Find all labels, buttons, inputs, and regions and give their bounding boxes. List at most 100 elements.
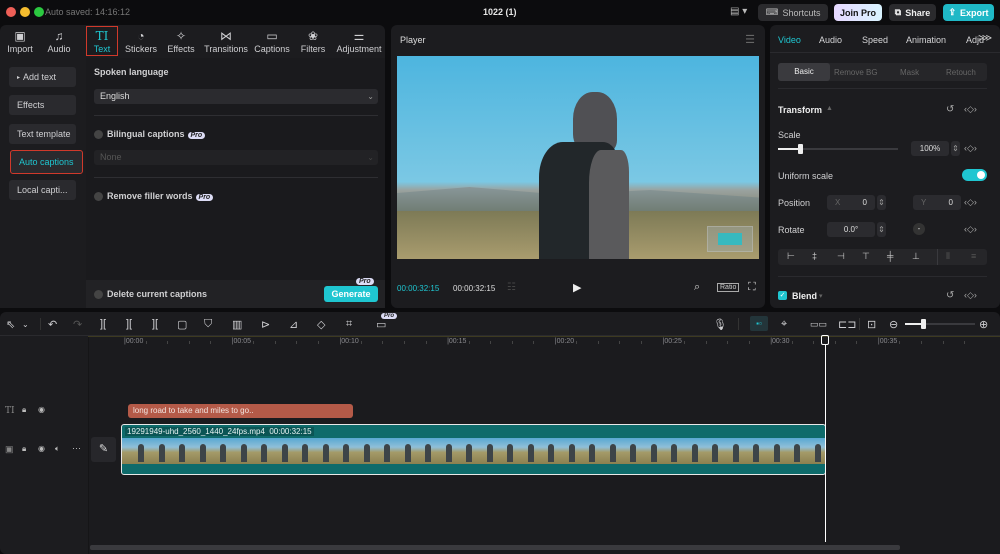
reset-icon[interactable]: ↺ — [946, 290, 954, 301]
delete-captions-row[interactable]: Delete current captions — [94, 289, 207, 300]
mirror-icon[interactable]: ⊿ — [289, 318, 298, 331]
preview-axis-icon[interactable]: ⊏⊐ — [838, 318, 856, 331]
tab-video[interactable]: Video — [778, 35, 801, 45]
playhead-handle[interactable] — [821, 335, 829, 345]
zoom-slider-thumb[interactable] — [920, 319, 926, 329]
toolbar-audio[interactable]: ♫ Audio — [39, 29, 79, 54]
toolbar-effects[interactable]: ✧ Effects — [161, 29, 201, 54]
rotate-dial[interactable]: - — [913, 223, 925, 235]
scale-slider[interactable] — [778, 144, 898, 154]
timeline-scrollbar[interactable] — [90, 545, 900, 550]
tab-audio[interactable]: Audio — [819, 35, 842, 45]
fullscreen-icon[interactable]: ⛶ — [748, 281, 756, 294]
share-button[interactable]: ⧉ Share — [889, 4, 936, 21]
rotate-stepper[interactable]: ⇕ — [877, 222, 886, 237]
text-clip[interactable]: long road to take and miles to go.. — [128, 404, 353, 418]
reverse-play-icon[interactable]: ⊳ — [261, 318, 270, 331]
scale-input[interactable]: 100% — [911, 141, 949, 156]
crop-icon[interactable]: ⌗ — [346, 318, 352, 331]
position-y-input[interactable]: Y0 — [913, 195, 961, 210]
maximize-window-button[interactable] — [34, 7, 44, 17]
spoken-language-select[interactable]: English ⌄ — [94, 89, 378, 104]
subtab-remove-bg[interactable]: Remove BG — [834, 68, 878, 77]
snap-icon[interactable]: ⌖ — [781, 318, 787, 331]
magnet-link-toggle[interactable]: ▪▫ — [750, 316, 768, 331]
tab-animation[interactable]: Animation — [906, 35, 946, 45]
scale-stepper[interactable]: ⇕ — [951, 141, 960, 156]
subtab-basic[interactable]: Basic — [778, 63, 830, 81]
toolbar-import[interactable]: ▣ Import — [0, 29, 40, 54]
more-icon[interactable]: ⋯ — [72, 443, 81, 454]
delete-icon[interactable]: ▢ — [177, 318, 187, 331]
speaker-icon[interactable]: 🔈︎ — [55, 444, 60, 454]
generate-button[interactable]: Generate — [324, 286, 378, 302]
keyframe-icon[interactable]: ‹◇› — [964, 143, 977, 154]
marker-icon[interactable]: ⛉ — [204, 318, 212, 331]
transform-heading[interactable]: Transform — [778, 105, 822, 115]
split-right-icon[interactable]: ][ — [152, 318, 158, 330]
tab-speed[interactable]: Speed — [862, 35, 888, 45]
toolbar-captions[interactable]: ▭ Captions — [252, 29, 292, 54]
layout-icon[interactable]: ▤ ▾ — [730, 6, 747, 17]
split-icon[interactable]: ][ — [100, 318, 106, 330]
align-bottom-icon[interactable]: ⊥ — [912, 251, 920, 262]
collapse-icon[interactable]: ▲ — [826, 105, 833, 112]
subtab-mask[interactable]: Mask — [900, 68, 919, 77]
align-top-icon[interactable]: ⊤ — [862, 251, 870, 262]
rotate-input[interactable]: 0.0° — [827, 222, 875, 237]
freeze-icon[interactable]: ▥ — [232, 318, 242, 331]
fit-timeline-icon[interactable]: ⊡ — [867, 318, 876, 331]
microphone-icon[interactable]: 🎙 — [713, 318, 727, 331]
position-x-stepper[interactable]: ⇕ — [877, 195, 886, 210]
position-x-input[interactable]: X0 — [827, 195, 875, 210]
subtab-retouch[interactable]: Retouch — [946, 68, 976, 77]
blend-heading[interactable]: Blend — [792, 291, 817, 301]
keyframe-icon[interactable]: ‹◇› — [964, 224, 977, 235]
align-center-h-icon[interactable]: ‡ — [812, 251, 817, 261]
blend-checkbox[interactable]: ✓ — [778, 291, 787, 300]
shortcuts-button[interactable]: ⌨ Shortcuts — [758, 4, 828, 21]
export-button[interactable]: ⇪ Export — [943, 4, 994, 21]
zoom-preview-icon[interactable]: ⌕ — [694, 281, 700, 294]
align-right-icon[interactable]: ⊣ — [837, 251, 845, 262]
split-left-icon[interactable]: ][ — [126, 318, 132, 330]
align-left-icon[interactable]: ⊢ — [787, 251, 795, 262]
remove-filler-checkbox[interactable] — [94, 192, 103, 202]
zoom-out-icon[interactable]: ⊖ — [889, 318, 898, 331]
reset-icon[interactable]: ↺ — [946, 104, 954, 115]
lock-icon[interactable]: 🔒︎ — [22, 405, 26, 415]
toolbar-adjustment[interactable]: ⚌ Adjustment — [335, 29, 383, 54]
undo-icon[interactable]: ↶ — [48, 318, 57, 331]
sidebar-item-text-template[interactable]: Text template — [9, 124, 76, 144]
waveform-icon[interactable]: ☷ — [507, 282, 516, 293]
toolbar-text[interactable]: TI Text — [86, 26, 118, 56]
auto-reframe-icon[interactable]: ▭ — [376, 318, 386, 331]
toolbar-filters[interactable]: ❀ Filters — [293, 29, 333, 54]
eye-icon[interactable]: ◉ — [38, 405, 45, 414]
keyframe-icon[interactable]: ‹◇› — [964, 104, 977, 115]
menu-icon[interactable]: ☰ — [745, 33, 755, 46]
chevron-down-icon[interactable]: ⌄ — [22, 320, 29, 329]
lock-icon[interactable]: 🔒︎ — [22, 444, 26, 454]
align-center-v-icon[interactable]: ╪ — [887, 251, 893, 261]
sidebar-item-local-captions[interactable]: Local capti... — [9, 180, 76, 200]
remove-filler-row[interactable]: Remove filler words Pro — [94, 191, 214, 202]
bilingual-captions-row[interactable]: Bilingual captions Pro — [94, 129, 206, 140]
bilingual-checkbox[interactable] — [94, 130, 103, 140]
more-tabs-icon[interactable]: ⋙ — [978, 33, 992, 44]
join-pro-button[interactable]: Join Pro — [834, 4, 882, 21]
play-button[interactable]: ▶ — [573, 281, 581, 294]
zoom-in-icon[interactable]: ⊕ — [979, 318, 988, 331]
sidebar-item-auto-captions[interactable]: Auto captions — [10, 150, 83, 174]
sidebar-item-effects[interactable]: Effects — [9, 95, 76, 115]
sidebar-item-add-text[interactable]: ▸ Add text — [9, 67, 76, 87]
eye-icon[interactable]: ◉ — [38, 444, 45, 453]
link-icon[interactable]: ▭▭ — [810, 319, 827, 330]
chevron-down-icon[interactable]: ▾ — [819, 292, 823, 300]
cover-edit-button[interactable]: ✎ — [91, 437, 116, 462]
ratio-button[interactable]: Ratio — [717, 283, 740, 292]
delete-captions-checkbox[interactable] — [94, 290, 103, 300]
time-ruler[interactable] — [88, 336, 1000, 348]
rotate-icon[interactable]: ◇ — [317, 318, 325, 331]
scale-slider-thumb[interactable] — [797, 144, 803, 154]
